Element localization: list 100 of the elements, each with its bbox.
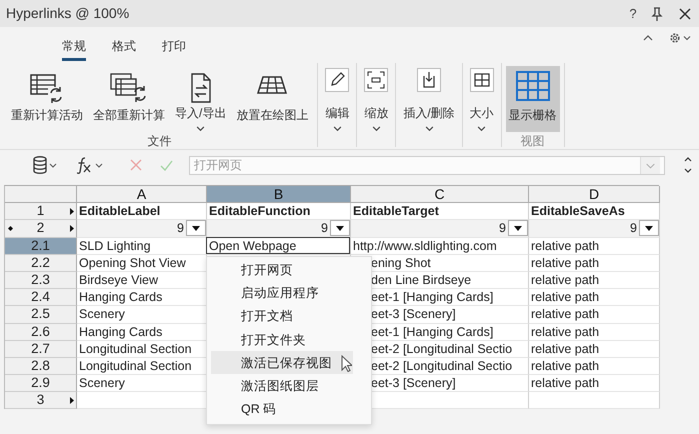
filter-value: 9 — [177, 220, 184, 236]
menu-item[interactable]: 打开文件夹 — [211, 328, 353, 351]
ribbon-tab[interactable]: 打印 — [150, 31, 198, 61]
check-icon[interactable] — [160, 160, 173, 170]
filter-value: 9 — [499, 220, 506, 236]
row-number: 2.4 — [31, 289, 50, 304]
row-header[interactable]: 2.7 — [5, 340, 77, 358]
caret-icon — [372, 126, 381, 132]
table-cell: relative path — [531, 256, 600, 270]
table-cell: Longitudinal Section — [79, 342, 192, 356]
table-cell: Longitudinal Section — [79, 358, 192, 373]
tables-refresh-icon — [110, 73, 148, 103]
ribbon-button[interactable]: 插入/删除 — [400, 66, 458, 132]
database-icon[interactable] — [32, 156, 58, 174]
table-cell: eet-2 [Longitudinal Sectio — [371, 342, 512, 356]
row-header[interactable]: 2.8 — [5, 358, 77, 376]
close-icon[interactable] — [679, 8, 691, 20]
row-number: 2.1 — [31, 238, 50, 253]
table-cell: relative path — [531, 272, 600, 287]
column-header[interactable]: A — [77, 186, 207, 204]
ribbon-tab[interactable]: 常规 — [50, 31, 98, 61]
cell-editor[interactable]: Open Webpage — [206, 236, 350, 254]
table-cell: Opening Shot View — [79, 256, 186, 270]
table-cell: EditableSaveAs — [529, 203, 660, 220]
ribbon-button[interactable]: 编辑 — [322, 66, 352, 132]
table-cell: Hanging Cards — [79, 290, 162, 304]
settings-icon[interactable] — [669, 32, 691, 44]
menu-item[interactable]: 激活图纸图层 — [211, 374, 353, 398]
caret-icon — [336, 226, 344, 231]
row-number: 2 — [36, 220, 44, 236]
row-header[interactable]: 2 — [5, 220, 77, 238]
row-header[interactable]: 2.3 — [5, 272, 77, 290]
table-cell: den Line Birdseye — [371, 272, 472, 287]
menu-item[interactable]: QR 码 — [211, 397, 353, 420]
function-icon[interactable] — [76, 156, 104, 174]
filter-value: 9 — [321, 220, 328, 236]
window-title: Hyperlinks @ 100% — [6, 4, 130, 23]
group-label: 文件 — [146, 133, 173, 150]
row-header[interactable]: 2.2 — [5, 254, 77, 272]
caret-icon — [477, 126, 486, 132]
collapse-icon[interactable] — [643, 35, 653, 41]
column-header[interactable]: B — [207, 186, 351, 204]
row-header[interactable]: 2.5 — [5, 306, 77, 324]
grid-icon — [514, 70, 551, 102]
row-number: 2.9 — [31, 375, 50, 390]
ribbon-button[interactable]: 重新计算活动 — [8, 66, 86, 132]
column-header[interactable]: C — [351, 186, 529, 204]
dropdown-button[interactable] — [639, 220, 659, 236]
cursor-icon — [341, 355, 352, 372]
table-cell: Scenery — [79, 307, 125, 322]
ribbon-tab[interactable]: 格式 — [100, 31, 148, 61]
row-header[interactable]: 3 — [5, 392, 77, 410]
ribbon-button[interactable]: 导入/导出 — [172, 66, 230, 132]
table-cell: SLD Lighting — [79, 238, 151, 253]
table-cell: EditableTarget — [351, 203, 529, 220]
menu-item[interactable]: 启动应用程序 — [211, 281, 353, 304]
dropdown-button[interactable] — [330, 220, 350, 236]
ribbon-button[interactable]: 全部重新计算 — [90, 66, 168, 132]
pin-icon[interactable] — [651, 6, 663, 20]
table-cell: eet-1 [Hanging Cards] — [371, 290, 494, 304]
caret-icon — [332, 126, 342, 132]
table-cell: ening Shot — [371, 256, 431, 270]
row-number: 2.5 — [31, 306, 50, 322]
ribbon-button[interactable]: 放置在绘图上 — [233, 66, 312, 132]
ribbon-button[interactable]: 缩放 — [361, 66, 392, 132]
window-panes-icon — [470, 68, 494, 92]
row-header[interactable]: 2.6 — [5, 324, 77, 341]
filter-value: 9 — [630, 220, 637, 236]
row-header[interactable]: 1 — [5, 203, 77, 220]
help-button[interactable]: ? — [623, 4, 643, 24]
table-cell: Hanging Cards — [79, 324, 162, 338]
menu-item[interactable]: 打开网页 — [211, 258, 353, 282]
row-number: 2.7 — [31, 340, 50, 356]
row-number: 2.2 — [31, 254, 50, 270]
ribbon-button[interactable]: 大小 — [466, 66, 497, 132]
menu-item[interactable]: 打开文档 — [211, 304, 353, 328]
caret-icon — [514, 226, 522, 231]
table-cell: relative path — [531, 238, 600, 253]
caret-icon — [192, 226, 200, 231]
pencil-icon — [325, 68, 350, 92]
group-label: 视图 — [520, 133, 546, 150]
table-cell: EditableLabel — [77, 203, 207, 220]
column-header[interactable]: D — [529, 186, 660, 204]
row-header[interactable]: 2.4 — [5, 289, 77, 306]
row-header[interactable]: 2.1 — [5, 238, 77, 255]
document-arrows-icon — [190, 73, 212, 103]
table-cell: relative path — [531, 376, 600, 390]
row-number: 3 — [36, 392, 44, 408]
row-number: 2.3 — [31, 272, 50, 287]
table-cell: relative path — [531, 358, 600, 373]
table-cell: eet-3 [Scenery] — [371, 307, 456, 322]
table-cell: eet-3 [Scenery] — [371, 376, 456, 390]
table-cell: relative path — [531, 342, 600, 356]
dropdown-button[interactable] — [508, 220, 528, 236]
table-cell: relative path — [531, 307, 600, 322]
menu-item[interactable]: 激活已保存视图 — [211, 350, 353, 374]
caret-icon — [645, 226, 653, 231]
row-header[interactable]: 2.9 — [5, 375, 77, 392]
scroll-arrows-icon[interactable] — [683, 155, 693, 175]
dropdown-button[interactable] — [186, 220, 206, 236]
